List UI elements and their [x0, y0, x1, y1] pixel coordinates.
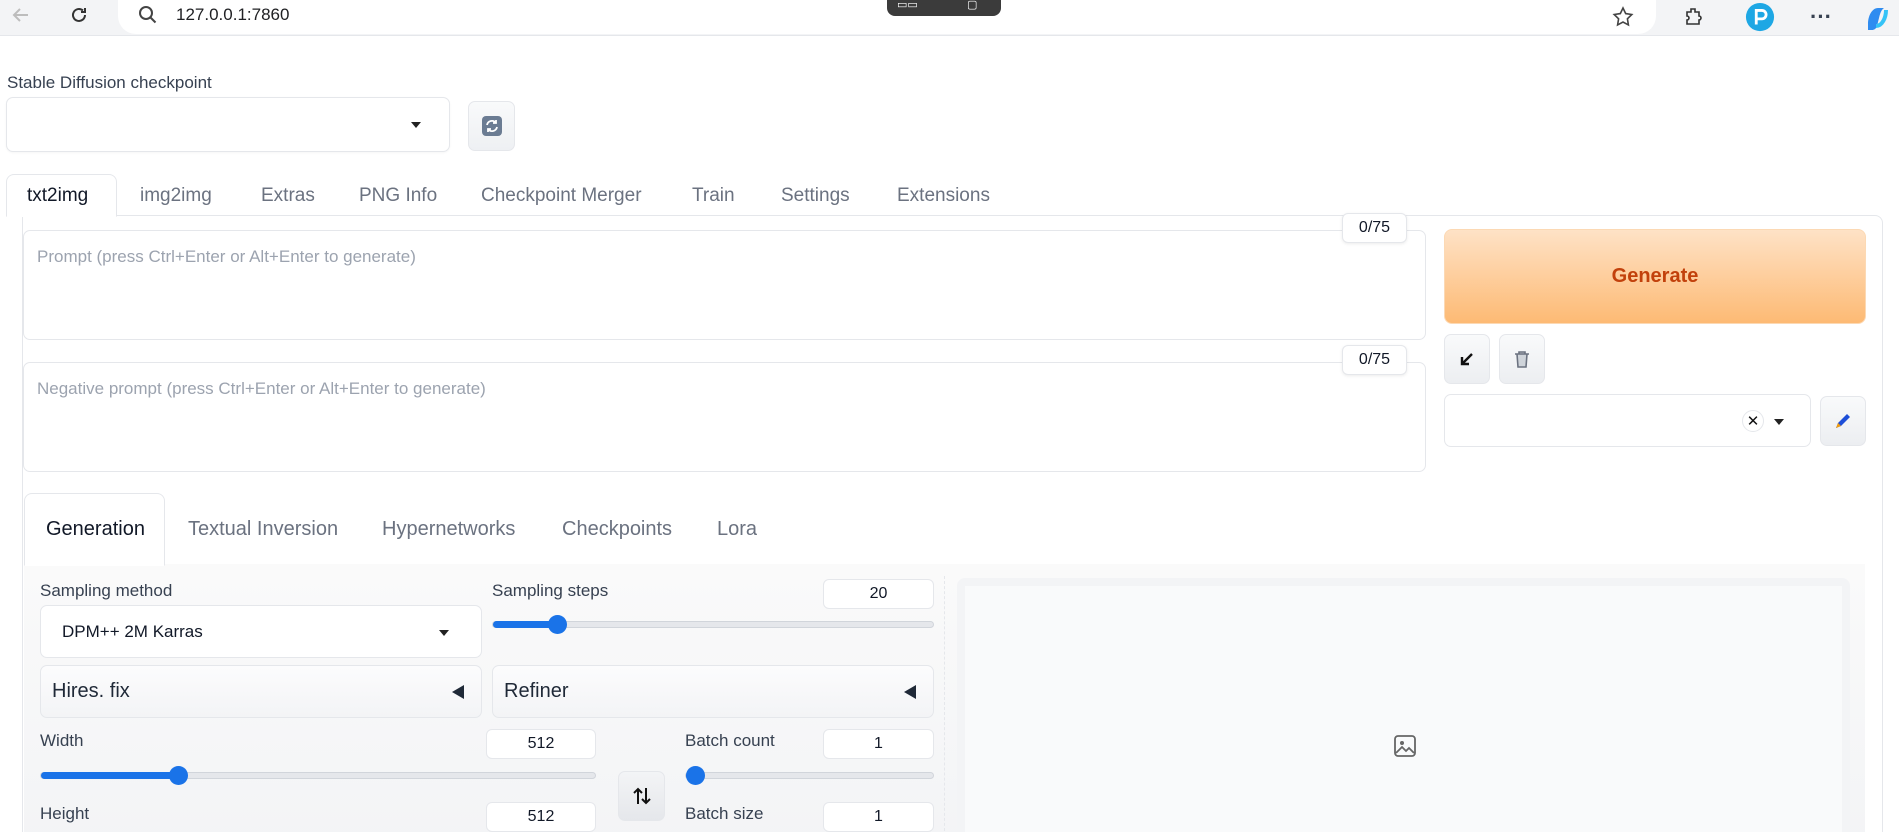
generate-button[interactable]: Generate: [1444, 229, 1866, 324]
negative-prompt-textarea[interactable]: Negative prompt (press Ctrl+Enter or Alt…: [23, 362, 1426, 472]
swap-dimensions-button[interactable]: [618, 771, 665, 821]
prompt-token-counter: 0/75: [1342, 213, 1407, 243]
sampling-steps-label: Sampling steps: [492, 581, 609, 600]
image-icon: [1392, 733, 1418, 764]
tab-extras[interactable]: Extras: [261, 174, 315, 217]
chevron-down-icon: [411, 122, 421, 128]
tab-txt2img[interactable]: txt2img: [6, 174, 117, 217]
checkpoint-dropdown[interactable]: [6, 97, 450, 152]
star-icon[interactable]: [1608, 2, 1638, 32]
trash-icon: [1515, 351, 1529, 368]
batch-count-label: Batch count: [685, 731, 775, 750]
tab-img2img[interactable]: img2img: [140, 174, 212, 217]
tab-png-info[interactable]: PNG Info: [359, 174, 437, 217]
prompt-textarea[interactable]: Prompt (press Ctrl+Enter or Alt+Enter to…: [23, 230, 1426, 340]
sampling-steps-slider[interactable]: [492, 615, 934, 634]
batch-size-input[interactable]: 1: [823, 802, 934, 832]
sampling-steps-input[interactable]: 20: [823, 579, 934, 609]
clear-icon[interactable]: ✕: [1742, 410, 1764, 432]
tab-settings[interactable]: Settings: [781, 174, 850, 217]
slider-fill: [41, 772, 178, 779]
column-divider: [944, 576, 945, 832]
edit-styles-button[interactable]: [1820, 396, 1866, 446]
negative-prompt-token-counter: 0/75: [1342, 345, 1407, 375]
swap-arrows-icon: [632, 787, 651, 805]
tab-generation[interactable]: Generation: [24, 493, 165, 566]
more-icon[interactable]: ···: [1806, 2, 1836, 32]
batch-count-slider[interactable]: [685, 766, 934, 785]
tab-preview-icon: ▭▭: [897, 0, 918, 11]
tab-checkpoints[interactable]: Checkpoints: [562, 493, 672, 565]
tab-checkpoint-merger[interactable]: Checkpoint Merger: [481, 174, 642, 217]
more-label: ···: [1810, 4, 1832, 29]
sampling-method-label: Sampling method: [40, 581, 173, 600]
pencil-icon: [1836, 414, 1850, 428]
prompt-placeholder: Prompt (press Ctrl+Enter or Alt+Enter to…: [37, 247, 416, 266]
slider-thumb[interactable]: [169, 766, 188, 785]
read-params-button[interactable]: [1444, 334, 1490, 384]
width-slider[interactable]: [40, 766, 596, 785]
url-text[interactable]: 127.0.0.1:7860: [176, 5, 289, 25]
slider-thumb[interactable]: [686, 766, 705, 785]
chevron-down-icon: [439, 630, 449, 636]
profile-icon[interactable]: [1745, 2, 1775, 32]
generation-tabs: Generation Textual Inversion Hypernetwor…: [24, 493, 1865, 566]
refresh-icon: [481, 116, 502, 136]
sampling-method-dropdown[interactable]: DPM++ 2M Karras: [40, 605, 482, 658]
width-label: Width: [40, 731, 84, 750]
batch-size-label: Batch size: [685, 804, 764, 823]
collapse-triangle-icon: [452, 685, 464, 699]
negative-prompt-placeholder: Negative prompt (press Ctrl+Enter or Alt…: [37, 379, 486, 398]
tab-textual-inversion[interactable]: Textual Inversion: [188, 493, 338, 565]
hires-fix-label: Hires. fix: [52, 680, 130, 702]
reload-icon[interactable]: [66, 2, 92, 28]
hires-fix-accordion[interactable]: Hires. fix: [40, 665, 482, 718]
arrow-down-left-icon: [1460, 353, 1473, 366]
split-screen-pill[interactable]: ▭▭ ▢: [887, 0, 1001, 16]
copilot-icon[interactable]: [1862, 2, 1892, 32]
checkpoint-label: Stable Diffusion checkpoint: [7, 73, 212, 92]
output-image-panel: [957, 578, 1850, 832]
tab-train[interactable]: Train: [692, 174, 735, 217]
refresh-checkpoints-button[interactable]: [468, 101, 515, 151]
chevron-down-icon: [1774, 419, 1784, 425]
tab-hypernetworks[interactable]: Hypernetworks: [382, 493, 515, 565]
tab-lora[interactable]: Lora: [717, 493, 757, 565]
batch-count-input[interactable]: 1: [823, 729, 934, 759]
refiner-accordion[interactable]: Refiner: [492, 665, 934, 718]
height-input[interactable]: 512: [486, 802, 596, 832]
styles-dropdown[interactable]: ✕: [1444, 394, 1811, 447]
sampling-method-value: DPM++ 2M Karras: [62, 622, 203, 641]
extensions-icon[interactable]: [1679, 2, 1709, 32]
collapse-triangle-icon: [904, 685, 916, 699]
width-input[interactable]: 512: [486, 729, 596, 759]
clear-prompt-button[interactable]: [1499, 334, 1545, 384]
search-icon: [138, 5, 158, 30]
window-icon: ▢: [967, 0, 978, 11]
tab-extensions[interactable]: Extensions: [897, 174, 990, 217]
slider-thumb[interactable]: [548, 615, 567, 634]
browser-toolbar: 127.0.0.1:7860 ▭▭ ▢ ···: [0, 0, 1899, 36]
back-arrow-icon[interactable]: [8, 2, 34, 28]
height-label: Height: [40, 804, 90, 823]
refiner-label: Refiner: [504, 680, 569, 702]
